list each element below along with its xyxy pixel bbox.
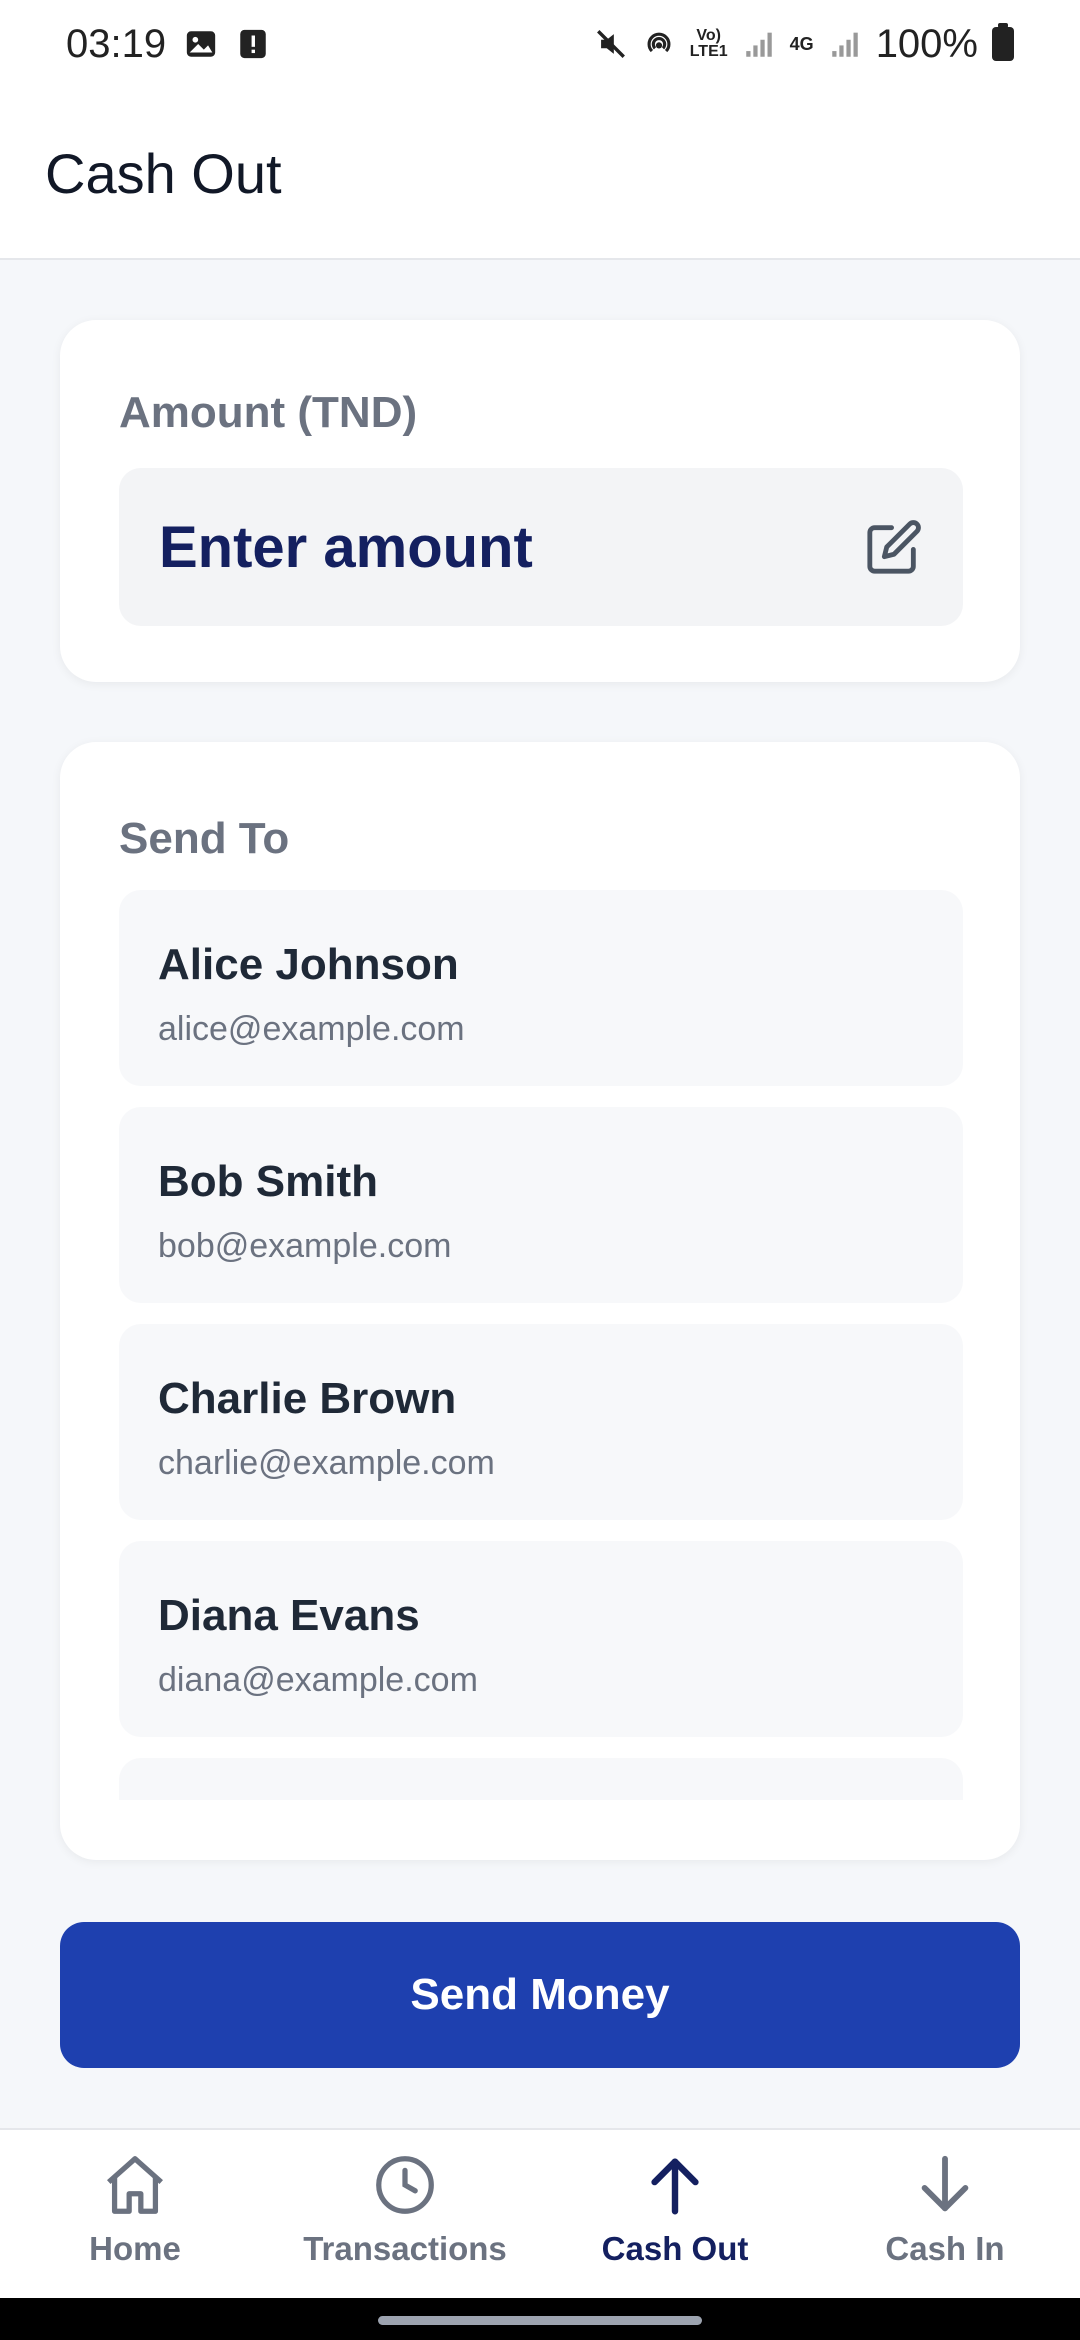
amount-card: Amount (TND) Enter amount	[60, 320, 1020, 682]
bottom-nav: Home Transactions Cash Out Cash In	[0, 2128, 1080, 2298]
status-left: 03:19	[66, 22, 270, 67]
alert-icon	[240, 29, 266, 59]
recipient-email: charlie@example.com	[158, 1444, 495, 1482]
signal-icon	[745, 32, 772, 57]
nav-label-home: Home	[89, 2230, 181, 2267]
nav-label-cash-out: Cash Out	[601, 2230, 749, 2267]
app-bar: Cash Out	[0, 88, 1080, 260]
recipient-name: Bob Smith	[158, 1157, 378, 1206]
home-indicator[interactable]	[378, 2316, 702, 2325]
recipient-list[interactable]: Alice Johnson alice@example.com Bob Smit…	[119, 890, 963, 1800]
4g-icon: 4G	[789, 33, 814, 54]
amount-placeholder[interactable]: Enter amount	[159, 514, 533, 581]
amount-input[interactable]: Enter amount	[119, 468, 963, 626]
recipient-item[interactable]: Bob Smith bob@example.com	[119, 1107, 963, 1303]
arrow-up-icon	[651, 2158, 699, 2215]
battery-icon	[992, 23, 1014, 61]
send-to-card: Send To Alice Johnson alice@example.com …	[60, 742, 1020, 1860]
recipient-email: diana@example.com	[158, 1661, 478, 1699]
recipient-email: bob@example.com	[158, 1227, 452, 1265]
recipient-name: Diana Evans	[158, 1591, 420, 1640]
status-right: Vo) LTE1 4G 100%	[594, 22, 1014, 67]
arrow-down-icon	[921, 2155, 969, 2212]
recipient-email: alice@example.com	[158, 1010, 465, 1048]
recipient-name: Charlie Brown	[158, 1374, 457, 1423]
nav-label-transactions: Transactions	[303, 2230, 507, 2267]
status-time: 03:19	[66, 21, 167, 66]
amount-label: Amount (TND)	[119, 388, 418, 437]
status-bar: 03:19 Vo) LTE1 4G 100%	[0, 0, 1080, 88]
image-icon	[186, 31, 216, 57]
nav-label-cash-in: Cash In	[885, 2230, 1005, 2267]
hotspot-icon	[647, 32, 671, 53]
signal-icon-2	[831, 32, 858, 57]
page-title: Cash Out	[45, 141, 282, 205]
recipient-item[interactable]: Charlie Brown charlie@example.com	[119, 1324, 963, 1520]
send-to-label: Send To	[119, 814, 290, 863]
nav-item-transactions[interactable]: Transactions	[270, 2130, 540, 2298]
nav-item-cash-in[interactable]: Cash In	[810, 2130, 1080, 2298]
clock-icon	[376, 2156, 434, 2214]
edit-icon[interactable]	[865, 518, 923, 576]
send-money-button[interactable]: Send Money	[60, 1922, 1020, 2068]
volte-icon: Vo) LTE1	[689, 27, 728, 60]
recipient-item[interactable]: Alice Johnson alice@example.com	[119, 890, 963, 1086]
battery-text: 100%	[875, 21, 978, 66]
recipient-name: Alice Johnson	[158, 940, 459, 989]
recipient-item[interactable]	[119, 1758, 963, 1800]
mute-icon	[596, 30, 625, 58]
system-navigation-bar	[0, 2298, 1080, 2340]
home-icon	[107, 2156, 163, 2214]
recipient-item[interactable]: Diana Evans diana@example.com	[119, 1541, 963, 1737]
nav-item-cash-out[interactable]: Cash Out	[540, 2130, 810, 2298]
nav-item-home[interactable]: Home	[0, 2130, 270, 2298]
